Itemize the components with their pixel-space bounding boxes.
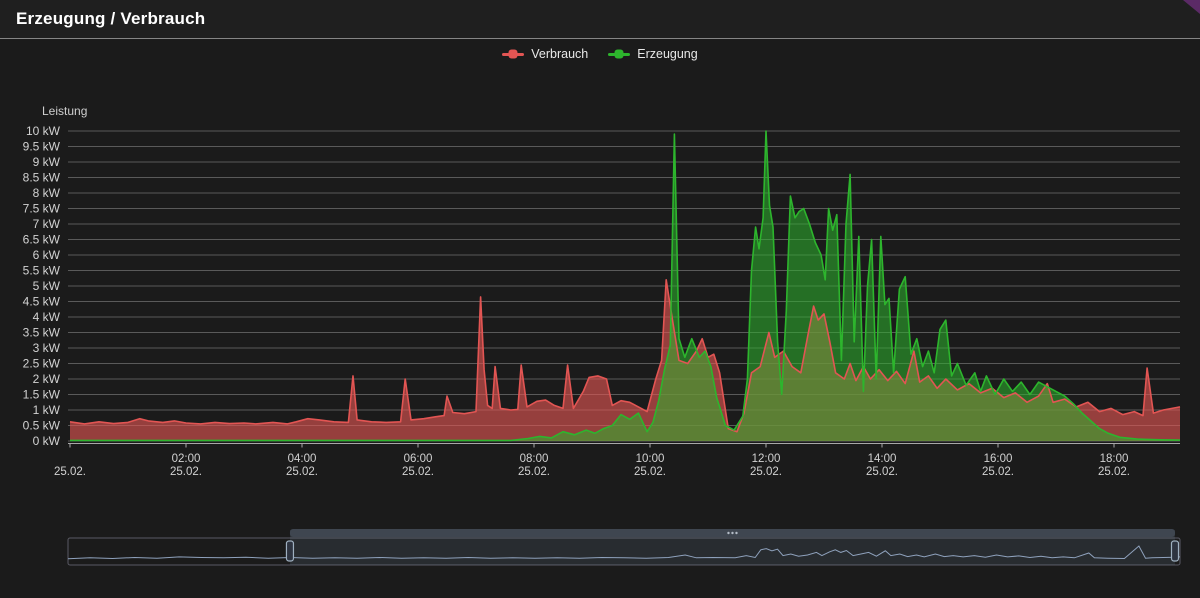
svg-text:25.02.: 25.02. bbox=[402, 466, 434, 478]
svg-text:12:00: 12:00 bbox=[752, 453, 781, 465]
svg-text:25.02.: 25.02. bbox=[54, 466, 86, 478]
navigator-left-handle[interactable] bbox=[285, 540, 295, 562]
scrollbar-grip-icon bbox=[735, 531, 738, 535]
svg-text:25.02.: 25.02. bbox=[1098, 466, 1130, 478]
svg-text:0 kW: 0 kW bbox=[33, 434, 61, 448]
svg-text:1.5 kW: 1.5 kW bbox=[23, 388, 61, 402]
svg-text:9.5 kW: 9.5 kW bbox=[23, 140, 61, 154]
x-axis-labels: 25.02.02:0025.02.04:0025.02.06:0025.02.0… bbox=[54, 443, 1130, 478]
svg-text:25.02.: 25.02. bbox=[634, 466, 666, 478]
svg-text:25.02.: 25.02. bbox=[866, 466, 898, 478]
svg-text:5.5 kW: 5.5 kW bbox=[23, 264, 61, 278]
svg-text:25.02.: 25.02. bbox=[750, 466, 782, 478]
scrollbar-grip-icon bbox=[731, 531, 734, 535]
svg-text:3.5 kW: 3.5 kW bbox=[23, 326, 61, 340]
svg-text:06:00: 06:00 bbox=[404, 453, 433, 465]
svg-text:6.5 kW: 6.5 kW bbox=[23, 233, 61, 247]
svg-text:18:00: 18:00 bbox=[1100, 453, 1129, 465]
svg-text:10 kW: 10 kW bbox=[26, 124, 61, 138]
svg-text:25.02.: 25.02. bbox=[982, 466, 1014, 478]
svg-text:3 kW: 3 kW bbox=[33, 341, 61, 355]
scrollbar-grip-icon bbox=[727, 531, 730, 535]
svg-text:7 kW: 7 kW bbox=[33, 217, 61, 231]
y-axis-labels: 0 kW0.5 kW 1 kW1.5 kW 2 kW2.5 kW 3 kW3.5 kW… bbox=[23, 124, 61, 448]
svg-text:2.5 kW: 2.5 kW bbox=[23, 357, 61, 371]
svg-text:25.02.: 25.02. bbox=[286, 466, 318, 478]
main-chart[interactable]: 0 kW0.5 kW 1 kW1.5 kW 2 kW2.5 kW 3 kW3.5 kW… bbox=[0, 0, 1200, 598]
svg-text:10:00: 10:00 bbox=[636, 453, 665, 465]
svg-text:4 kW: 4 kW bbox=[33, 310, 61, 324]
svg-text:25.02.: 25.02. bbox=[170, 466, 202, 478]
svg-text:6 kW: 6 kW bbox=[33, 248, 61, 262]
svg-text:5 kW: 5 kW bbox=[33, 279, 61, 293]
svg-text:08:00: 08:00 bbox=[520, 453, 549, 465]
svg-text:8.5 kW: 8.5 kW bbox=[23, 171, 61, 185]
svg-text:02:00: 02:00 bbox=[172, 453, 201, 465]
svg-text:16:00: 16:00 bbox=[984, 453, 1013, 465]
svg-text:1 kW: 1 kW bbox=[33, 403, 61, 417]
svg-text:14:00: 14:00 bbox=[868, 453, 897, 465]
svg-text:9 kW: 9 kW bbox=[33, 155, 61, 169]
svg-text:04:00: 04:00 bbox=[288, 453, 317, 465]
erzeugung-verbrauch-panel: Erzeugung / Verbrauch Verbrauch Erzeugun… bbox=[0, 0, 1200, 598]
svg-text:25.02.: 25.02. bbox=[518, 466, 550, 478]
svg-text:2 kW: 2 kW bbox=[33, 372, 61, 386]
svg-text:7.5 kW: 7.5 kW bbox=[23, 202, 61, 216]
svg-text:0.5 kW: 0.5 kW bbox=[23, 419, 61, 433]
navigator[interactable] bbox=[67, 529, 1181, 566]
svg-text:8 kW: 8 kW bbox=[33, 186, 61, 200]
navigator-right-handle[interactable] bbox=[1170, 540, 1180, 562]
svg-text:4.5 kW: 4.5 kW bbox=[23, 295, 61, 309]
